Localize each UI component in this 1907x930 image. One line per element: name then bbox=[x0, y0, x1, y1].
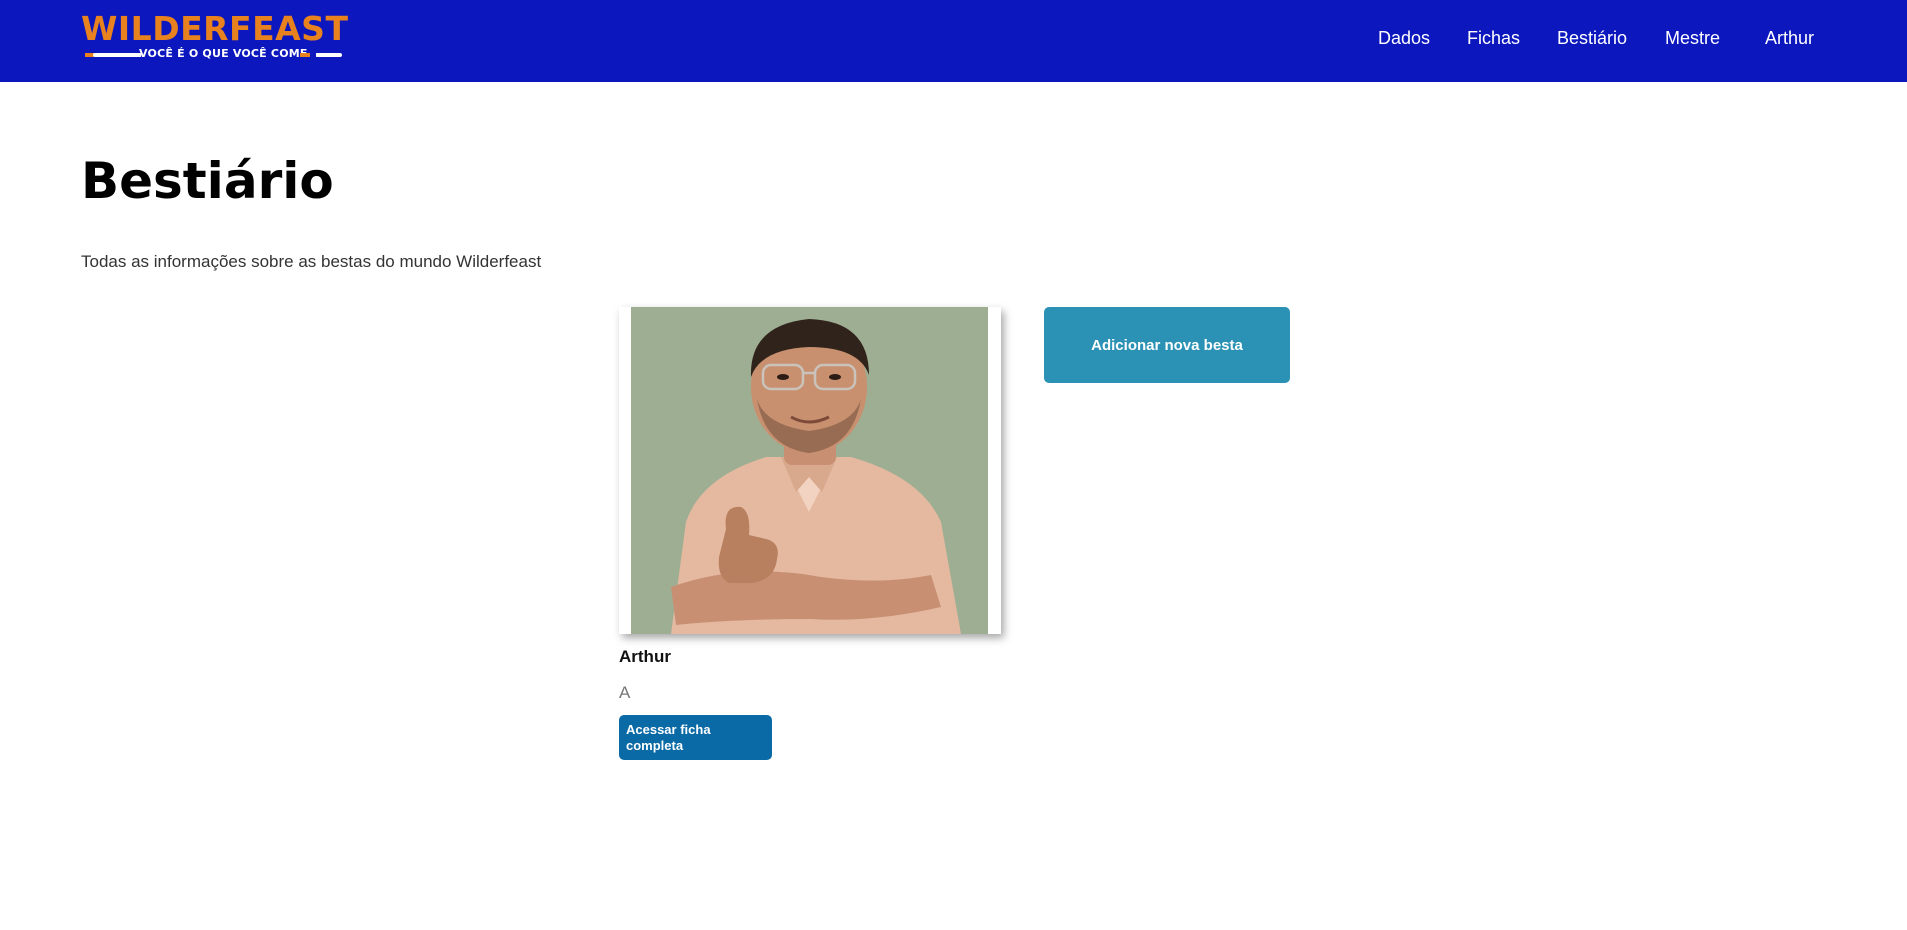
beast-subtitle: A bbox=[619, 683, 631, 702]
logo-tagline-bar: VOCÊ É O QUE VOCÊ COME bbox=[81, 46, 356, 62]
page-description: Todas as informações sobre as bestas do … bbox=[81, 252, 542, 271]
beast-card: Arthur A Acessar ficha completa bbox=[619, 307, 1001, 762]
knife-handle-icon bbox=[300, 53, 310, 57]
beast-photo bbox=[619, 307, 1001, 634]
knife-blade-icon bbox=[93, 53, 141, 57]
nav-link-dados[interactable]: Dados bbox=[1378, 28, 1430, 49]
logo-title: WILDERFEAST bbox=[81, 9, 349, 48]
wilderfeast-logo[interactable]: WILDERFEAST VOCÊ É O QUE VOCÊ COME bbox=[81, 12, 356, 62]
nav-link-bestiario[interactable]: Bestiário bbox=[1557, 28, 1627, 49]
nav-link-fichas[interactable]: Fichas bbox=[1467, 28, 1520, 49]
open-full-sheet-button[interactable]: Acessar ficha completa bbox=[619, 715, 772, 760]
beast-name: Arthur bbox=[619, 647, 671, 666]
page-title: Bestiário bbox=[81, 152, 334, 210]
knife-blade-icon bbox=[316, 53, 342, 57]
add-new-beast-button[interactable]: Adicionar nova besta bbox=[1044, 307, 1290, 383]
nav-link-mestre[interactable]: Mestre bbox=[1665, 28, 1720, 49]
beast-portrait-image bbox=[631, 307, 988, 634]
nav-link-user-arthur[interactable]: Arthur bbox=[1765, 28, 1814, 49]
top-navbar: WILDERFEAST VOCÊ É O QUE VOCÊ COME Dados… bbox=[0, 0, 1907, 82]
logo-tagline: VOCÊ É O QUE VOCÊ COME bbox=[139, 47, 308, 60]
